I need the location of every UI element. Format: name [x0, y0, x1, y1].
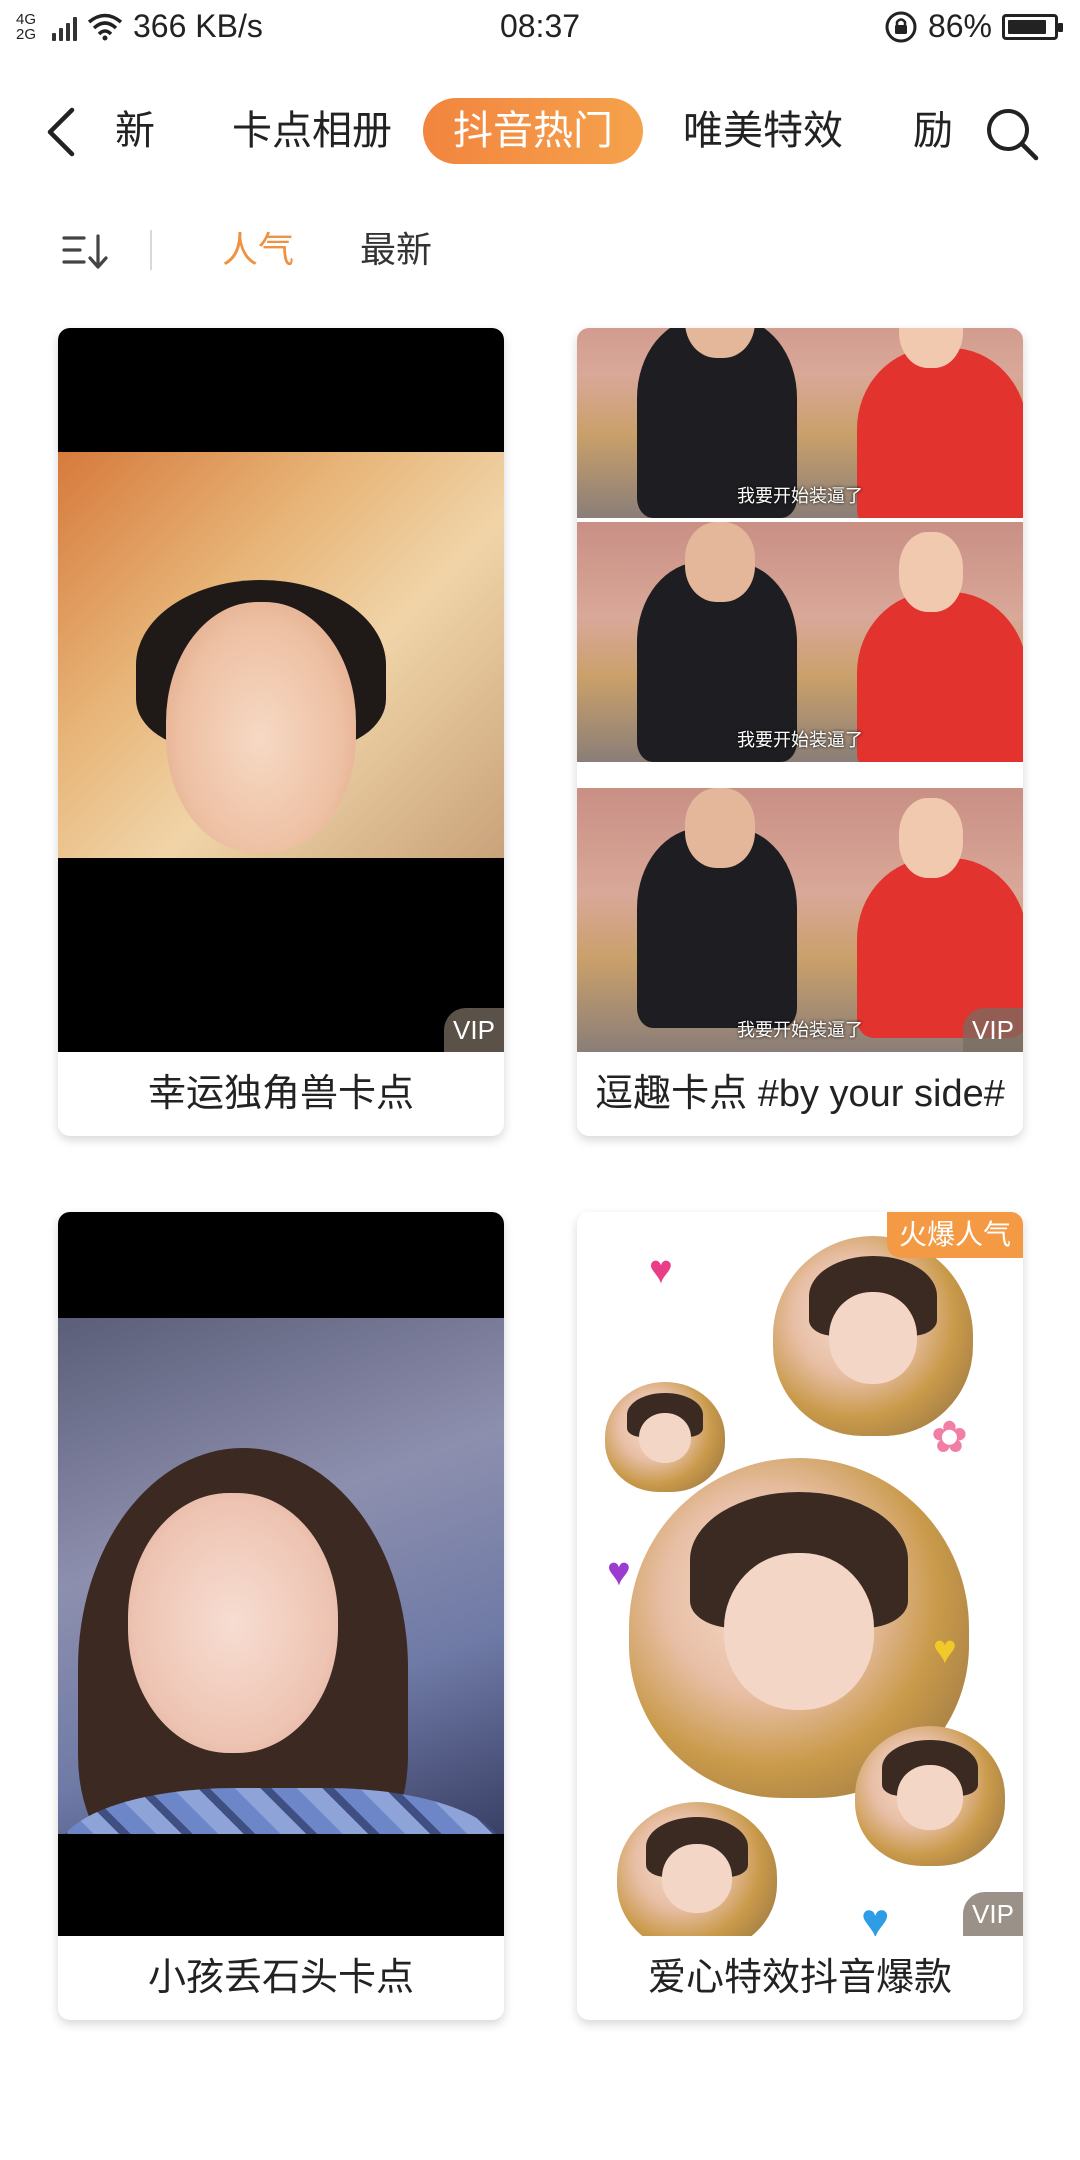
- thumbnail-panel: 我要开始装逼了: [577, 522, 1023, 762]
- yellow-heart-icon: ♥: [933, 1628, 957, 1672]
- video-title[interactable]: 幸运独角兽卡点: [58, 1052, 504, 1136]
- frame-caption: 我要开始装逼了: [737, 1020, 863, 1040]
- heart-photo: [773, 1236, 973, 1436]
- photo-head: [899, 798, 963, 878]
- photo-head: [685, 522, 755, 602]
- video-card[interactable]: 小孩丢石头卡点: [58, 1212, 504, 2020]
- tab-beautiful-effects[interactable]: 唯美特效: [683, 98, 843, 164]
- letterbox-top: [58, 328, 504, 452]
- photo-face: [897, 1765, 963, 1830]
- rotation-lock-icon: [885, 11, 917, 42]
- chevron-left-icon: [47, 107, 75, 157]
- heart-photo: [855, 1726, 1005, 1866]
- tab-partial-right[interactable]: 励: [913, 98, 953, 164]
- video-card[interactable]: ♥ ✿ ♥ ♥ ♥ 火爆人气 VIP 爱心特效抖音爆款: [577, 1212, 1023, 2020]
- back-button[interactable]: [30, 102, 90, 162]
- photo-person: [857, 592, 1023, 762]
- photo-person: [857, 348, 1023, 518]
- frame-caption: 我要开始装逼了: [737, 730, 863, 750]
- photo-face: [128, 1493, 338, 1753]
- sort-divider: [150, 230, 152, 270]
- blue-heart-icon: ♥: [861, 1895, 890, 1936]
- video-thumbnail[interactable]: ♥ ✿ ♥ ♥ ♥ 火爆人气 VIP: [577, 1212, 1023, 1936]
- video-title[interactable]: 逗趣卡点 #by your side#: [577, 1052, 1023, 1136]
- category-tabs: 新 卡点相册 抖音热门 唯美特效 励: [100, 92, 960, 172]
- tab-douyin-hot[interactable]: 抖音热门: [423, 98, 643, 164]
- vip-badge: VIP: [444, 1008, 504, 1052]
- photo-face: [724, 1553, 874, 1710]
- purple-heart-icon: ♥: [607, 1550, 631, 1594]
- sparkling-heart-icon: ♥: [649, 1248, 673, 1292]
- flower-icon: ✿: [931, 1413, 968, 1462]
- top-nav: 新 卡点相册 抖音热门 唯美特效 励: [0, 92, 1080, 172]
- photo-face: [829, 1292, 917, 1384]
- video-title[interactable]: 爱心特效抖音爆款: [577, 1936, 1023, 2020]
- frame-caption: 我要开始装逼了: [737, 486, 863, 506]
- letterbox-bottom: [58, 1834, 504, 1936]
- status-right: 86%: [884, 8, 1063, 45]
- battery-fill: [1008, 19, 1046, 34]
- sort-popular[interactable]: 人气: [222, 224, 294, 276]
- photo-head: [899, 532, 963, 612]
- heart-photo: [617, 1802, 777, 1936]
- thumbnail-photo: [58, 1318, 504, 1936]
- vip-badge: VIP: [963, 1008, 1023, 1052]
- thumbnail-panel: 我要开始装逼了: [577, 328, 1023, 518]
- heart-photo: [605, 1382, 725, 1492]
- app-screen: 4G 2G 366 KB/s 08:37 86% 新 卡点相册 抖音热门 唯美特…: [0, 0, 1080, 2160]
- photo-face: [661, 1844, 733, 1913]
- letterbox-top: [58, 1212, 504, 1318]
- thumbnail-panel: 我要开始装逼了: [577, 788, 1023, 1052]
- search-icon[interactable]: [984, 106, 1040, 162]
- photo-face: [638, 1412, 692, 1464]
- battery-icon: [1002, 13, 1063, 40]
- video-thumbnail[interactable]: [58, 1212, 504, 1936]
- video-title[interactable]: 小孩丢石头卡点: [58, 1936, 504, 2020]
- thumbnail-photo: [58, 452, 504, 992]
- photo-head: [685, 788, 755, 868]
- letterbox-bottom: [58, 858, 504, 1052]
- vip-badge: VIP: [963, 1892, 1023, 1936]
- sort-order-icon[interactable]: [62, 232, 112, 272]
- video-thumbnail[interactable]: 我要开始装逼了 我要开始装逼了 我要开始装逼了 VIP: [577, 328, 1023, 1052]
- sort-bar: 人气 最新: [0, 218, 1080, 282]
- photo-face: [166, 602, 356, 852]
- video-card[interactable]: 我要开始装逼了 我要开始装逼了 我要开始装逼了 VIP 逗趣卡点 #by you…: [577, 328, 1023, 1136]
- hot-badge: 火爆人气: [886, 1212, 1023, 1258]
- battery-percent: 86%: [927, 8, 992, 44]
- tab-photo-album[interactable]: 卡点相册: [232, 98, 392, 164]
- tab-partial-left[interactable]: 新: [100, 98, 170, 164]
- video-card[interactable]: VIP 幸运独角兽卡点: [58, 328, 504, 1136]
- status-bar: 4G 2G 366 KB/s 08:37 86%: [0, 0, 1080, 56]
- sort-latest[interactable]: 最新: [360, 224, 432, 276]
- video-thumbnail[interactable]: VIP: [58, 328, 504, 1052]
